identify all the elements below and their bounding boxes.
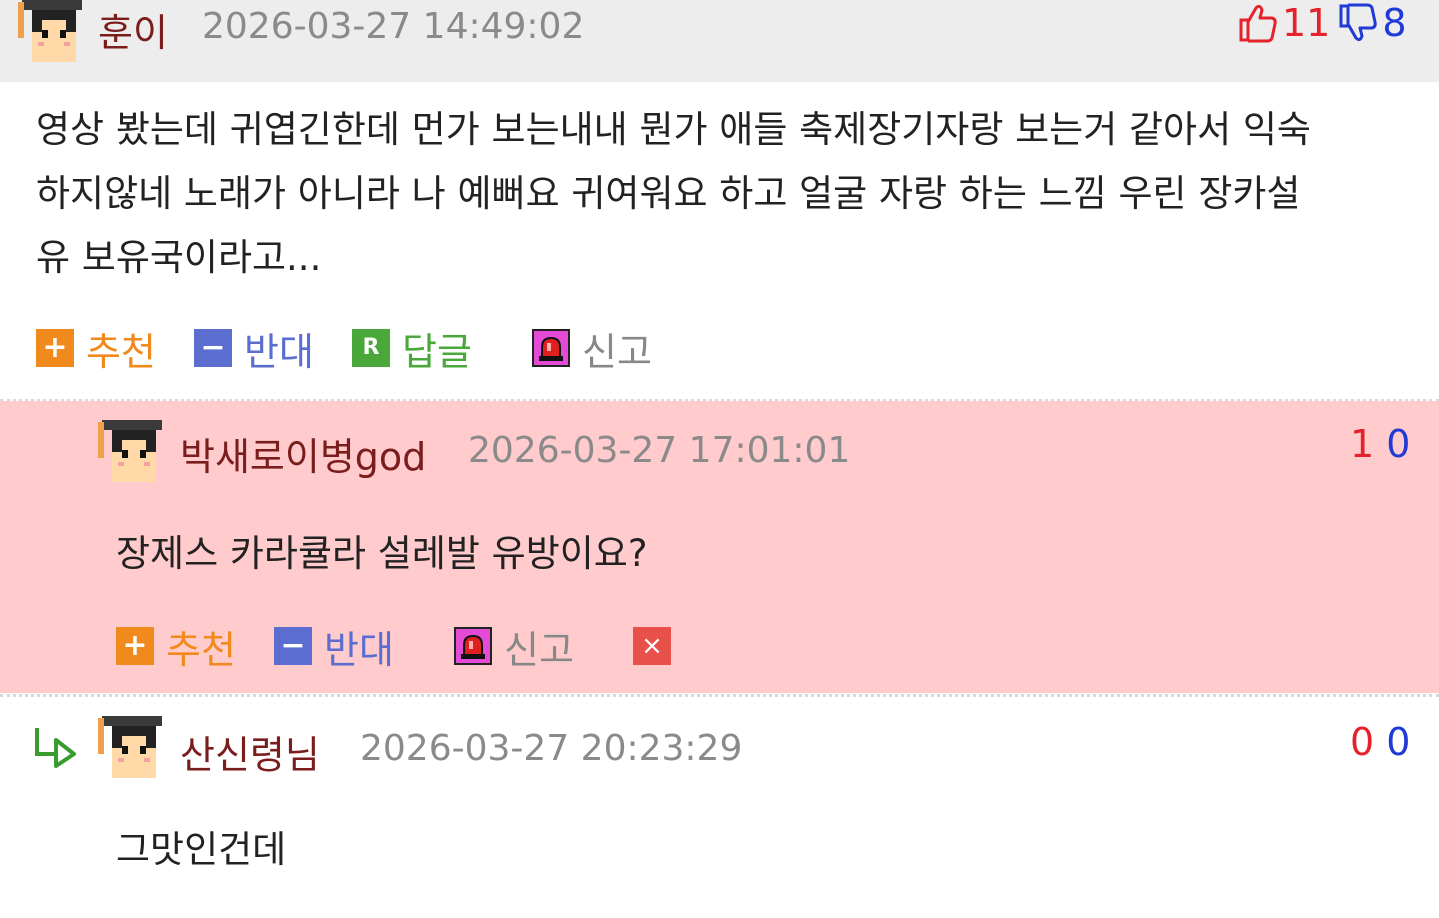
comment-timestamp: 2026-03-27 14:49:02 [202,6,585,47]
dislike-count: 8 [1382,1,1407,45]
delete-button[interactable]: × [633,622,671,670]
reply-body: 그맛인건데 [116,828,287,871]
reply-vote-counts: 1 0 [1350,422,1410,466]
comment-author[interactable]: 훈이 [98,2,168,57]
report-button[interactable]: 신고 [532,324,652,374]
recommend-button[interactable]: + 추천 [116,622,236,672]
comment-line: 유 보유국이라고... [36,236,322,279]
oppose-button[interactable]: − 반대 [194,324,314,374]
like-count: 11 [1282,1,1331,45]
reply-timestamp: 2026-03-27 20:23:29 [360,728,743,769]
comment-line: 영상 봤는데 귀엽긴한데 먼가 보는내내 뭔가 애들 축제장기자랑 보는거 같아… [36,108,1311,151]
thumbs-up-icon[interactable] [1238,2,1278,44]
like-count: 0 [1350,720,1375,764]
siren-icon [454,627,492,665]
reply-timestamp: 2026-03-27 17:01:01 [468,430,851,471]
close-icon: × [633,627,671,665]
comment-line: 하지않네 노래가 아니라 나 예뻐요 귀여워요 하고 얼굴 자랑 하는 느낌 우… [36,172,1301,215]
avatar-graduate-icon[interactable] [18,0,86,66]
reply-button[interactable]: R 답글 [352,324,472,374]
minus-icon: − [194,329,232,367]
comment-vote-counts: 11 8 [1238,0,1407,46]
reply-arrow-icon [32,724,80,768]
plus-icon: + [116,627,154,665]
dislike-count: 0 [1386,422,1411,466]
avatar-graduate-icon[interactable] [98,716,166,782]
minus-icon: − [274,627,312,665]
reply-r-icon: R [352,329,390,367]
avatar-graduate-icon[interactable] [98,420,166,486]
like-count: 1 [1350,422,1375,466]
oppose-button[interactable]: − 반대 [274,622,394,672]
reply-vote-counts: 0 0 [1350,720,1410,764]
comment-body: 영상 봤는데 귀엽긴한데 먼가 보는내내 뭔가 애들 축제장기자랑 보는거 같아… [36,98,1426,290]
dislike-count: 0 [1386,720,1411,764]
thumbs-down-icon[interactable] [1338,2,1378,44]
siren-icon [532,329,570,367]
reply-author[interactable]: 산신령님 [180,724,320,779]
plus-icon: + [36,329,74,367]
reply-author[interactable]: 박새로이병god [180,426,426,481]
reply-body: 장제스 카라큘라 설레발 유방이요? [116,532,648,575]
divider [0,694,1439,697]
recommend-button[interactable]: + 추천 [36,324,156,374]
report-button[interactable]: 신고 [454,622,574,672]
